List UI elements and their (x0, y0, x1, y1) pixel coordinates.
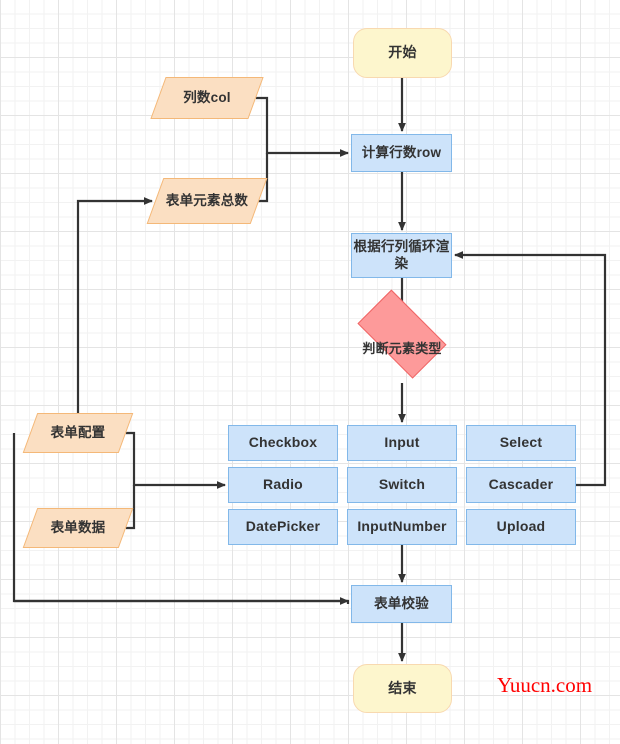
edge-group (12, 78, 607, 662)
node-label-config: 表单配置 (50, 424, 106, 440)
node-label-datepicker: DatePicker (245, 518, 321, 535)
node-label-switch: Switch (378, 476, 426, 493)
node-formdata[interactable]: 表单数据 (22, 508, 134, 548)
node-start[interactable]: 开始 (353, 28, 452, 78)
node-switch[interactable]: Switch (347, 467, 457, 503)
flowchart-edges (12, 78, 607, 662)
node-label-validate: 表单校验 (374, 595, 429, 611)
node-label-checkbox: Checkbox (248, 434, 318, 451)
node-upload[interactable]: Upload (466, 509, 576, 545)
node-cascader[interactable]: Cascader (466, 467, 576, 503)
node-decide[interactable]: 判断元素类型 (347, 289, 457, 383)
node-calcrow[interactable]: 计算行数row (351, 134, 452, 172)
node-label-inputnum: InputNumber (357, 518, 447, 535)
node-col[interactable]: 列数col (150, 77, 264, 119)
watermark-yuucn: Yuucn.com (497, 673, 593, 697)
node-select[interactable]: Select (466, 425, 576, 461)
node-label-radio: Radio (263, 476, 303, 493)
node-label-upload: Upload (496, 518, 546, 535)
node-label-loop: 根据行列循环渲染 (353, 239, 450, 271)
node-input[interactable]: Input (347, 425, 457, 461)
node-validate[interactable]: 表单校验 (351, 585, 452, 623)
node-label-cascader: Cascader (488, 476, 554, 493)
e-config-total (76, 197, 153, 413)
node-checkbox[interactable]: Checkbox (228, 425, 338, 461)
node-label-start: 开始 (388, 44, 417, 61)
node-loop[interactable]: 根据行列循环渲染 (351, 233, 452, 278)
node-label-calcrow: 计算行数row (361, 144, 442, 160)
node-config[interactable]: 表单配置 (22, 413, 134, 453)
e-config-radio (126, 431, 226, 489)
decision-shape-decide (357, 289, 447, 379)
e-col-calcrow (256, 96, 349, 157)
node-label-end: 结束 (388, 679, 417, 696)
node-inputnum[interactable]: InputNumber (347, 509, 457, 545)
node-total[interactable]: 表单元素总数 (146, 178, 268, 224)
node-label-total: 表单元素总数 (165, 192, 249, 208)
node-label-col: 列数col (183, 89, 231, 105)
node-end[interactable]: 结束 (353, 664, 452, 713)
node-label-formdata: 表单数据 (50, 519, 106, 535)
flowchart-canvas: 开始列数col 计算行数row 表单元素总数根据行列循环渲染判断元素类型表单配置表单… (0, 0, 620, 744)
node-label-decide: 判断元素类型 (362, 341, 442, 357)
node-radio[interactable]: Radio (228, 467, 338, 503)
node-label-input: Input (384, 434, 420, 451)
node-label-select: Select (499, 434, 543, 451)
node-datepicker[interactable]: DatePicker (228, 509, 338, 545)
